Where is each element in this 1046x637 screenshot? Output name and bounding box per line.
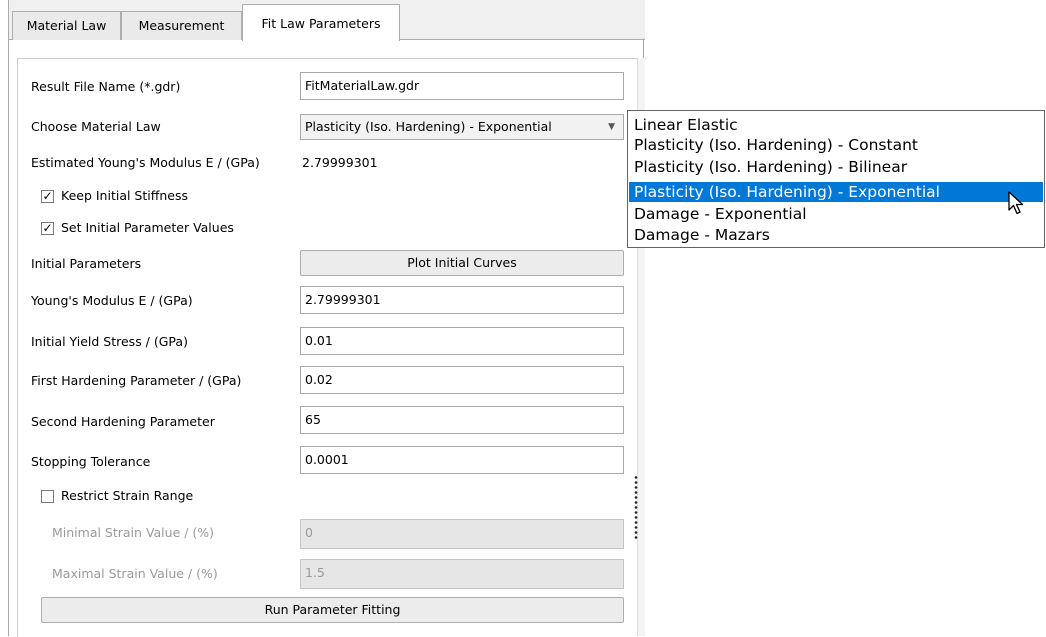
min-strain-label: Minimal Strain Value / (%) xyxy=(52,525,215,540)
first-hardening-input[interactable]: 0.02 xyxy=(300,366,624,394)
second-hardening-input[interactable]: 65 xyxy=(300,406,624,434)
yield-stress-input[interactable]: 0.01 xyxy=(300,327,624,355)
youngs-modulus-input[interactable]: 2.79999301 xyxy=(300,286,624,314)
restrict-strain-label: Restrict Strain Range xyxy=(61,488,194,503)
result-file-label: Result File Name (*.gdr) xyxy=(31,79,181,94)
dropdown-option-plasticity-bilinear[interactable]: Plasticity (Iso. Hardening) - Bilinear xyxy=(629,157,1043,177)
max-strain-input[interactable]: 1.5 xyxy=(300,559,624,589)
dropdown-option-plasticity-exponential[interactable]: Plasticity (Iso. Hardening) - Exponentia… xyxy=(629,182,1043,202)
tab-material-law[interactable]: Material Law xyxy=(12,11,121,40)
dropdown-option-plasticity-constant[interactable]: Plasticity (Iso. Hardening) - Constant xyxy=(629,135,1043,155)
estimated-modulus-text: Estimated Young's Modulus E / (GPa) xyxy=(31,155,260,170)
estimated-modulus-value: 2.79999301 xyxy=(302,155,378,170)
first-hardening-label: First Hardening Parameter / (GPa) xyxy=(31,373,242,388)
initial-parameters-label: Initial Parameters xyxy=(31,256,142,271)
restrict-strain-checkbox[interactable] xyxy=(41,490,54,503)
stopping-tolerance-label: Stopping Tolerance xyxy=(31,454,151,469)
keep-stiffness-checkbox[interactable]: ✓ xyxy=(41,190,54,203)
tab-bar: Material Law Measurement Fit Law Paramet… xyxy=(9,0,645,41)
result-file-input[interactable]: FitMaterialLaw.gdr xyxy=(300,72,624,100)
stopping-tolerance-input[interactable]: 0.0001 xyxy=(300,446,624,474)
tab-measurement[interactable]: Measurement xyxy=(121,11,242,40)
plot-initial-curves-button[interactable]: Plot Initial Curves xyxy=(300,250,624,276)
second-hardening-label: Second Hardening Parameter xyxy=(31,414,215,429)
run-parameter-fitting-button[interactable]: Run Parameter Fitting xyxy=(41,597,624,623)
set-initial-checkbox[interactable]: ✓ xyxy=(41,222,54,235)
dropdown-option-linear-elastic[interactable]: Linear Elastic xyxy=(629,115,1043,135)
fit-panel: Material Law Measurement Fit Law Paramet… xyxy=(8,0,646,637)
min-strain-input[interactable]: 0 xyxy=(300,519,624,549)
chevron-down-icon: ▼ xyxy=(608,122,615,132)
material-law-combo-value: Plasticity (Iso. Hardening) - Exponentia… xyxy=(305,119,552,134)
mouse-pointer-icon xyxy=(1008,191,1024,215)
material-law-dropdown-list: Linear Elastic Plasticity (Iso. Hardenin… xyxy=(627,110,1045,248)
dropdown-option-damage-exponential[interactable]: Damage - Exponential xyxy=(629,204,1043,224)
max-strain-label: Maximal Strain Value / (%) xyxy=(52,566,218,581)
keep-stiffness-label: Keep Initial Stiffness xyxy=(61,188,188,203)
youngs-modulus-label: Young's Modulus E / (GPa) xyxy=(31,293,193,308)
material-law-combo[interactable]: Plasticity (Iso. Hardening) - Exponentia… xyxy=(300,114,624,140)
tab-fit-law-parameters[interactable]: Fit Law Parameters xyxy=(242,4,400,41)
yield-stress-label: Initial Yield Stress / (GPa) xyxy=(31,334,188,349)
set-initial-label: Set Initial Parameter Values xyxy=(61,220,234,235)
dropdown-option-damage-mazars[interactable]: Damage - Mazars xyxy=(629,225,1043,245)
splitter-handle[interactable] xyxy=(634,475,638,541)
estimated-modulus-label: Estimated Young's Modulus E / (GPa) xyxy=(31,155,260,170)
material-law-label: Choose Material Law xyxy=(31,119,161,134)
